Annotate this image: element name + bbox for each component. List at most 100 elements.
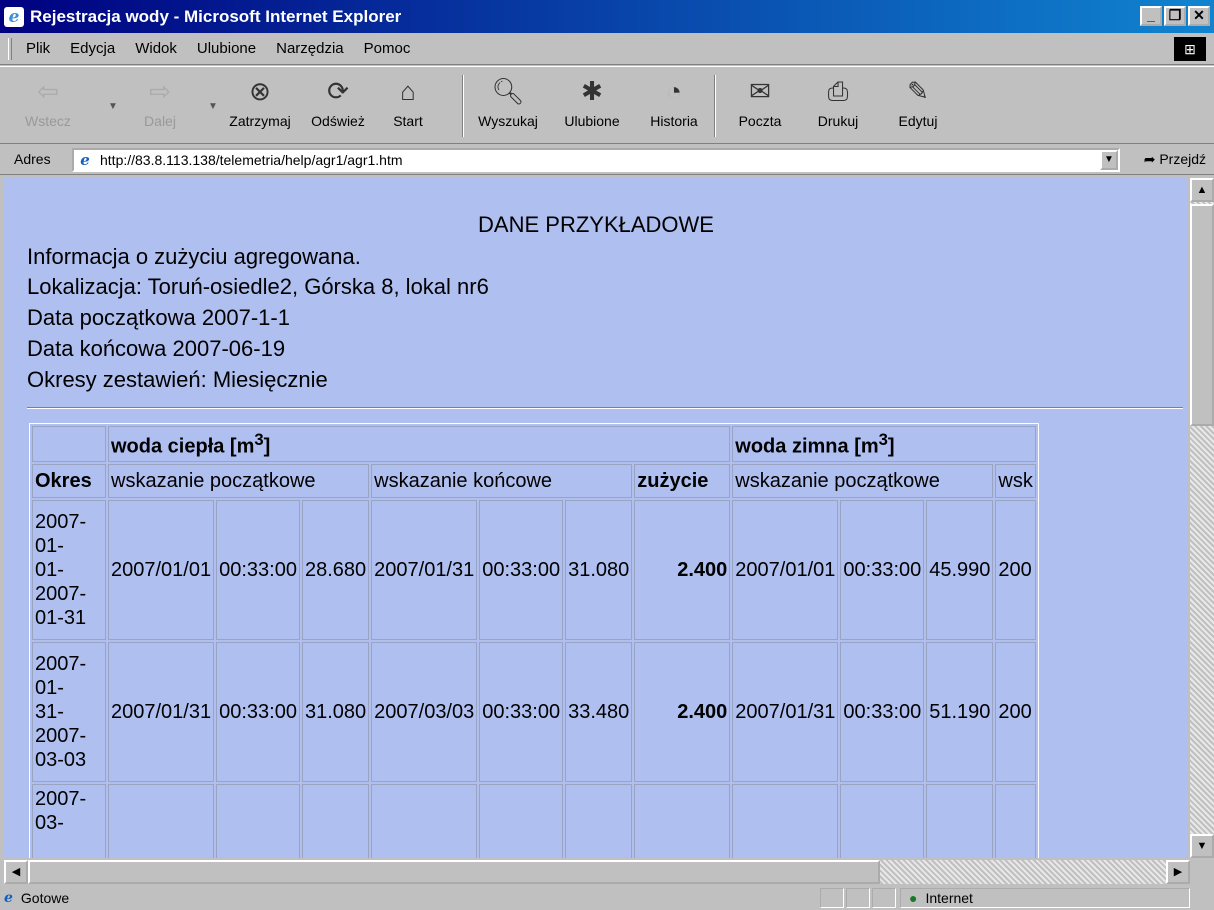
- status-text-area: e Gotowe: [4, 888, 69, 908]
- menu-edit[interactable]: Edycja: [70, 40, 115, 57]
- back-dropdown-icon[interactable]: ▼: [108, 101, 118, 112]
- okres-part: 2007-: [35, 653, 87, 675]
- home-label: Start: [393, 113, 423, 129]
- forward-arrow-icon: ⇨: [149, 76, 171, 106]
- menu-view[interactable]: Widok: [135, 40, 177, 57]
- search-icon: 🔍︎: [491, 76, 525, 106]
- menu-tools[interactable]: Narzędzia: [276, 40, 344, 57]
- refresh-button[interactable]: ⟳ Odśwież: [300, 73, 376, 129]
- window-title: Rejestracja wody - Microsoft Internet Ex…: [30, 6, 402, 26]
- history-label: Historia: [650, 113, 698, 129]
- table-row: 2007- 01- 31- 2007- 03-03 2007/01/31 00:33:0…: [32, 642, 1036, 782]
- address-label: Adres: [14, 151, 51, 167]
- address-url: http://83.8.113.138/telemetria/help/agr1…: [100, 152, 403, 168]
- table-cell: [634, 784, 731, 858]
- table-cell: [301, 784, 370, 858]
- print-label: Drukuj: [817, 113, 859, 129]
- table-cell: 00:33:00: [479, 642, 564, 782]
- okres-part: 01-: [35, 535, 64, 557]
- table-cell: [926, 784, 994, 858]
- home-icon: ⌂: [400, 76, 416, 106]
- mail-icon: ✉: [749, 76, 771, 106]
- scroll-down-button[interactable]: ▼: [1190, 834, 1214, 858]
- mail-button[interactable]: ✉ Poczta: [722, 73, 798, 129]
- back-button[interactable]: ⇦ Wstecz: [10, 73, 86, 129]
- close-button[interactable]: ✕: [1188, 6, 1210, 26]
- forward-dropdown-icon[interactable]: ▼: [208, 101, 218, 112]
- hot-water-header: woda ciepła [m3]: [108, 426, 731, 462]
- table-cell: 2007/01/01: [108, 500, 215, 640]
- table-cell: 00:33:00: [840, 642, 925, 782]
- scroll-right-button[interactable]: ▶: [1166, 860, 1190, 884]
- printer-icon: ⎙: [827, 76, 849, 106]
- menu-file[interactable]: Plik: [26, 40, 50, 57]
- table-cell: [995, 784, 1036, 858]
- table-cell: 45.990: [926, 500, 994, 640]
- zone-label: Internet: [925, 890, 973, 906]
- table-cell: 00:33:00: [216, 500, 300, 640]
- go-button[interactable]: ➦ Przejdź: [1144, 151, 1206, 168]
- status-cell: [820, 888, 844, 908]
- unit-close: ]: [263, 435, 271, 458]
- table-cell: [216, 784, 300, 858]
- search-button[interactable]: 🔍︎ Wyszukaj: [470, 73, 546, 129]
- vertical-scrollbar[interactable]: ▲ ▼: [1190, 178, 1214, 858]
- address-input[interactable]: e http://83.8.113.138/telemetria/help/ag…: [72, 148, 1120, 172]
- okres-cell: 2007- 03-: [32, 784, 106, 858]
- table-cell: [732, 784, 839, 858]
- table-cell: [565, 784, 633, 858]
- horizontal-scroll-thumb[interactable]: [28, 860, 880, 884]
- stop-button[interactable]: ⊗ Zatrzymaj: [222, 73, 298, 129]
- toolbar-separator: [714, 75, 716, 137]
- history-button[interactable]: ◔ Historia: [636, 73, 712, 129]
- favorites-button[interactable]: ✱ Ulubione: [554, 73, 630, 129]
- minimize-button[interactable]: _: [1140, 6, 1162, 26]
- menu-favorites[interactable]: Ulubione: [197, 40, 256, 57]
- okres-part: 2007-: [35, 583, 87, 605]
- table-cell: [108, 784, 215, 858]
- scroll-left-button[interactable]: ◀: [4, 860, 28, 884]
- horizontal-scrollbar[interactable]: ◀ ▶: [4, 860, 1190, 884]
- forward-button[interactable]: ⇨ Dalej: [122, 73, 198, 129]
- table-cell: 51.190: [926, 642, 994, 782]
- okres-part: 2007-: [35, 725, 87, 747]
- vertical-scroll-thumb[interactable]: [1190, 204, 1214, 426]
- windows-logo-icon: ⊞: [1174, 37, 1206, 61]
- page-heading: DANE PRZYKŁADOWE: [478, 212, 714, 237]
- zone-cell: ● Internet: [900, 888, 1190, 908]
- table-cell: 2007/01/31: [371, 500, 478, 640]
- usage-cell: 2.400: [634, 642, 731, 782]
- menu-help[interactable]: Pomoc: [364, 40, 411, 57]
- forward-label: Dalej: [144, 113, 176, 129]
- table-cell: [32, 426, 106, 462]
- menu-grip: [8, 37, 12, 60]
- home-button[interactable]: ⌂ Start: [370, 73, 446, 129]
- edit-button[interactable]: ✎ Edytuj: [880, 73, 956, 129]
- info-line: Data początkowa 2007-1-1: [27, 305, 290, 330]
- status-bar: e Gotowe ● Internet: [0, 886, 1214, 910]
- info-line: Okresy zestawień: Miesięcznie: [27, 367, 328, 392]
- okres-cell: 2007- 01- 01- 2007- 01-31: [32, 500, 106, 640]
- page-done-icon: e: [4, 890, 13, 906]
- okres-part: 03-03: [35, 749, 87, 771]
- col-cut: wsk: [995, 464, 1036, 498]
- print-button[interactable]: ⎙ Drukuj: [800, 73, 876, 129]
- mail-label: Poczta: [738, 113, 782, 129]
- col-end-reading: wskazanie końcowe: [371, 464, 633, 498]
- table-cell: 00:33:00: [840, 500, 925, 640]
- table-header-row: Okres wskazanie początkowe wskazanie koń…: [32, 464, 1036, 498]
- status-text: Gotowe: [20, 890, 70, 906]
- table-cell: 200: [995, 500, 1036, 640]
- refresh-label: Odśwież: [311, 113, 365, 129]
- status-cell: [872, 888, 896, 908]
- table-cell: 2007/01/31: [108, 642, 215, 782]
- maximize-button[interactable]: ❐: [1164, 6, 1186, 26]
- address-dropdown-button[interactable]: ▼: [1100, 150, 1118, 170]
- col-start-reading: wskazanie początkowe: [108, 464, 370, 498]
- table-row: 2007- 01- 01- 2007- 01-31 2007/01/01 00:33:0…: [32, 500, 1036, 640]
- scroll-up-button[interactable]: ▲: [1190, 178, 1214, 202]
- edit-label: Edytuj: [898, 113, 938, 129]
- title-bar: e Rejestracja wody - Microsoft Internet …: [0, 0, 1214, 33]
- go-arrow-icon: ➦: [1143, 151, 1156, 167]
- table-cell: 00:33:00: [216, 642, 300, 782]
